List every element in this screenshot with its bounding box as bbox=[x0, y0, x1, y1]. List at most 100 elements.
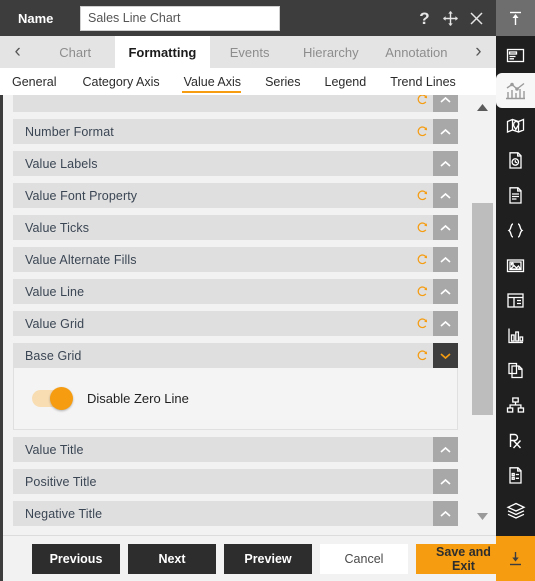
dialog-titlebar: Name ? bbox=[0, 0, 496, 36]
reset-icon-placeholder bbox=[411, 469, 433, 494]
reset-icon-placeholder bbox=[411, 501, 433, 526]
accordion-row-label: Value Font Property bbox=[25, 188, 138, 203]
chevron-up-icon[interactable] bbox=[433, 215, 458, 240]
accordion-row-label: Value Labels bbox=[25, 156, 98, 171]
chevron-up-icon[interactable] bbox=[433, 151, 458, 176]
dialog-footer: Previous Next Preview Cancel Save and Ex… bbox=[0, 535, 511, 581]
rail-item-dashboard-panel[interactable] bbox=[496, 38, 535, 73]
tab-hierarchy[interactable]: Hierarchy bbox=[290, 36, 372, 68]
move-crosshair-icon[interactable] bbox=[442, 10, 459, 27]
triangle-up-icon[interactable] bbox=[476, 101, 489, 114]
accordion-row-label: Value Line bbox=[25, 284, 85, 299]
primary-tab-bar: ‹ Chart Formatting Events Hierarchy Anno… bbox=[0, 36, 496, 68]
chevron-up-icon[interactable] bbox=[433, 119, 458, 144]
reset-icon[interactable] bbox=[411, 343, 433, 368]
chevron-up-icon[interactable] bbox=[433, 469, 458, 494]
accordion-row-value-grid[interactable]: Value Grid bbox=[13, 311, 458, 336]
accordion-row-value-labels[interactable]: Value Labels bbox=[13, 151, 458, 176]
accordion-row-label: Value Title bbox=[25, 442, 84, 457]
subtab-category-axis[interactable]: Category Axis bbox=[70, 68, 171, 95]
tabs-scroll-left-icon[interactable]: ‹ bbox=[0, 36, 35, 68]
reset-icon[interactable] bbox=[411, 279, 433, 304]
name-label: Name bbox=[18, 10, 54, 26]
next-button[interactable]: Next bbox=[128, 543, 216, 574]
subtab-value-axis[interactable]: Value Axis bbox=[172, 68, 253, 95]
triangle-down-icon[interactable] bbox=[476, 510, 489, 523]
tabs-scroll-right-icon[interactable]: › bbox=[461, 36, 496, 68]
disable-zero-line-toggle[interactable] bbox=[32, 387, 73, 410]
accordion-row[interactable] bbox=[13, 95, 458, 112]
chevron-up-icon[interactable] bbox=[433, 247, 458, 272]
accordion-row-value-title[interactable]: Value Title bbox=[13, 437, 458, 462]
reset-icon[interactable] bbox=[411, 311, 433, 336]
tab-chart[interactable]: Chart bbox=[35, 36, 115, 68]
tab-events[interactable]: Events bbox=[210, 36, 290, 68]
subtab-general[interactable]: General bbox=[12, 68, 70, 95]
chevron-up-icon[interactable] bbox=[433, 95, 458, 112]
chevron-up-icon[interactable] bbox=[433, 311, 458, 336]
rail-item-document-clock[interactable] bbox=[496, 143, 535, 178]
reset-icon[interactable] bbox=[411, 119, 433, 144]
accordion-row-value-font-property[interactable]: Value Font Property bbox=[13, 183, 458, 208]
subtab-legend[interactable]: Legend bbox=[313, 68, 379, 95]
chart-name-input[interactable] bbox=[80, 5, 280, 31]
accordion-row-label: Base Grid bbox=[25, 348, 82, 363]
accordion-row-value-alternate-fills[interactable]: Value Alternate Fills bbox=[13, 247, 458, 272]
panel-scrollbar[interactable] bbox=[468, 95, 496, 535]
tab-formatting[interactable]: Formatting bbox=[115, 36, 210, 68]
chevron-up-icon[interactable] bbox=[433, 183, 458, 208]
rail-item-table-grid[interactable] bbox=[496, 283, 535, 318]
accordion-row-label: Value Grid bbox=[25, 316, 85, 331]
chevron-up-icon[interactable] bbox=[433, 437, 458, 462]
accordion-area: Number Format Value Labels Value Font Pr… bbox=[3, 95, 468, 535]
footer-left-edge bbox=[0, 535, 3, 581]
value-axis-settings-panel: Number Format Value Labels Value Font Pr… bbox=[0, 95, 496, 535]
rail-item-document-list[interactable] bbox=[496, 458, 535, 493]
rail-item-document-text[interactable] bbox=[496, 178, 535, 213]
chevron-up-icon[interactable] bbox=[433, 279, 458, 304]
accordion-row-value-ticks[interactable]: Value Ticks bbox=[13, 215, 458, 240]
scrollbar-thumb[interactable] bbox=[472, 203, 493, 415]
close-icon[interactable] bbox=[468, 10, 485, 27]
rail-item-prescription-rx[interactable] bbox=[496, 423, 535, 458]
subtab-trend-lines[interactable]: Trend Lines bbox=[378, 68, 468, 95]
rail-item-layers-stack[interactable] bbox=[496, 493, 535, 528]
tab-annotation[interactable]: Annotation bbox=[372, 36, 461, 68]
accordion-row-label: Positive Title bbox=[25, 474, 97, 489]
preview-button[interactable]: Preview bbox=[224, 543, 312, 574]
reset-icon-placeholder bbox=[411, 151, 433, 176]
right-icon-rail bbox=[496, 0, 535, 581]
disable-zero-line-label: Disable Zero Line bbox=[87, 391, 189, 406]
reset-icon[interactable] bbox=[411, 183, 433, 208]
accordion-row-label: Number Format bbox=[25, 124, 114, 139]
rail-item-chart-column[interactable] bbox=[496, 318, 535, 353]
accordion-row-label: Value Ticks bbox=[25, 220, 90, 235]
accordion-row-label: Value Alternate Fills bbox=[25, 252, 137, 267]
sub-tab-bar: General Category Axis Value Axis Series … bbox=[0, 68, 496, 95]
accordion-row-number-format[interactable]: Number Format bbox=[13, 119, 458, 144]
rail-item-chart-bar-line[interactable] bbox=[496, 73, 535, 108]
chevron-up-icon[interactable] bbox=[433, 501, 458, 526]
reset-icon[interactable] bbox=[411, 215, 433, 240]
accordion-row-negative-title[interactable]: Negative Title bbox=[13, 501, 458, 526]
rail-item-copy-pages[interactable] bbox=[496, 353, 535, 388]
rail-item-image-picture[interactable] bbox=[496, 248, 535, 283]
rail-item-map-pin[interactable] bbox=[496, 108, 535, 143]
chevron-down-icon[interactable] bbox=[433, 343, 458, 368]
reset-icon[interactable] bbox=[411, 95, 433, 112]
rail-item-curly-braces[interactable] bbox=[496, 213, 535, 248]
toggle-knob bbox=[50, 387, 73, 410]
reset-icon[interactable] bbox=[411, 247, 433, 272]
subtab-series[interactable]: Series bbox=[253, 68, 312, 95]
download-icon[interactable] bbox=[496, 536, 535, 581]
base-grid-body: Disable Zero Line bbox=[13, 368, 458, 430]
accordion-row-base-grid[interactable]: Base Grid bbox=[13, 343, 458, 368]
previous-button[interactable]: Previous bbox=[32, 543, 120, 574]
accordion-row-positive-title[interactable]: Positive Title bbox=[13, 469, 458, 494]
rail-item-hierarchy-tree[interactable] bbox=[496, 388, 535, 423]
cancel-button[interactable]: Cancel bbox=[320, 543, 408, 574]
accordion-row-label: Negative Title bbox=[25, 506, 103, 521]
accordion-row-value-line[interactable]: Value Line bbox=[13, 279, 458, 304]
question-mark-icon[interactable]: ? bbox=[416, 10, 433, 27]
collapse-up-icon[interactable] bbox=[496, 0, 535, 36]
